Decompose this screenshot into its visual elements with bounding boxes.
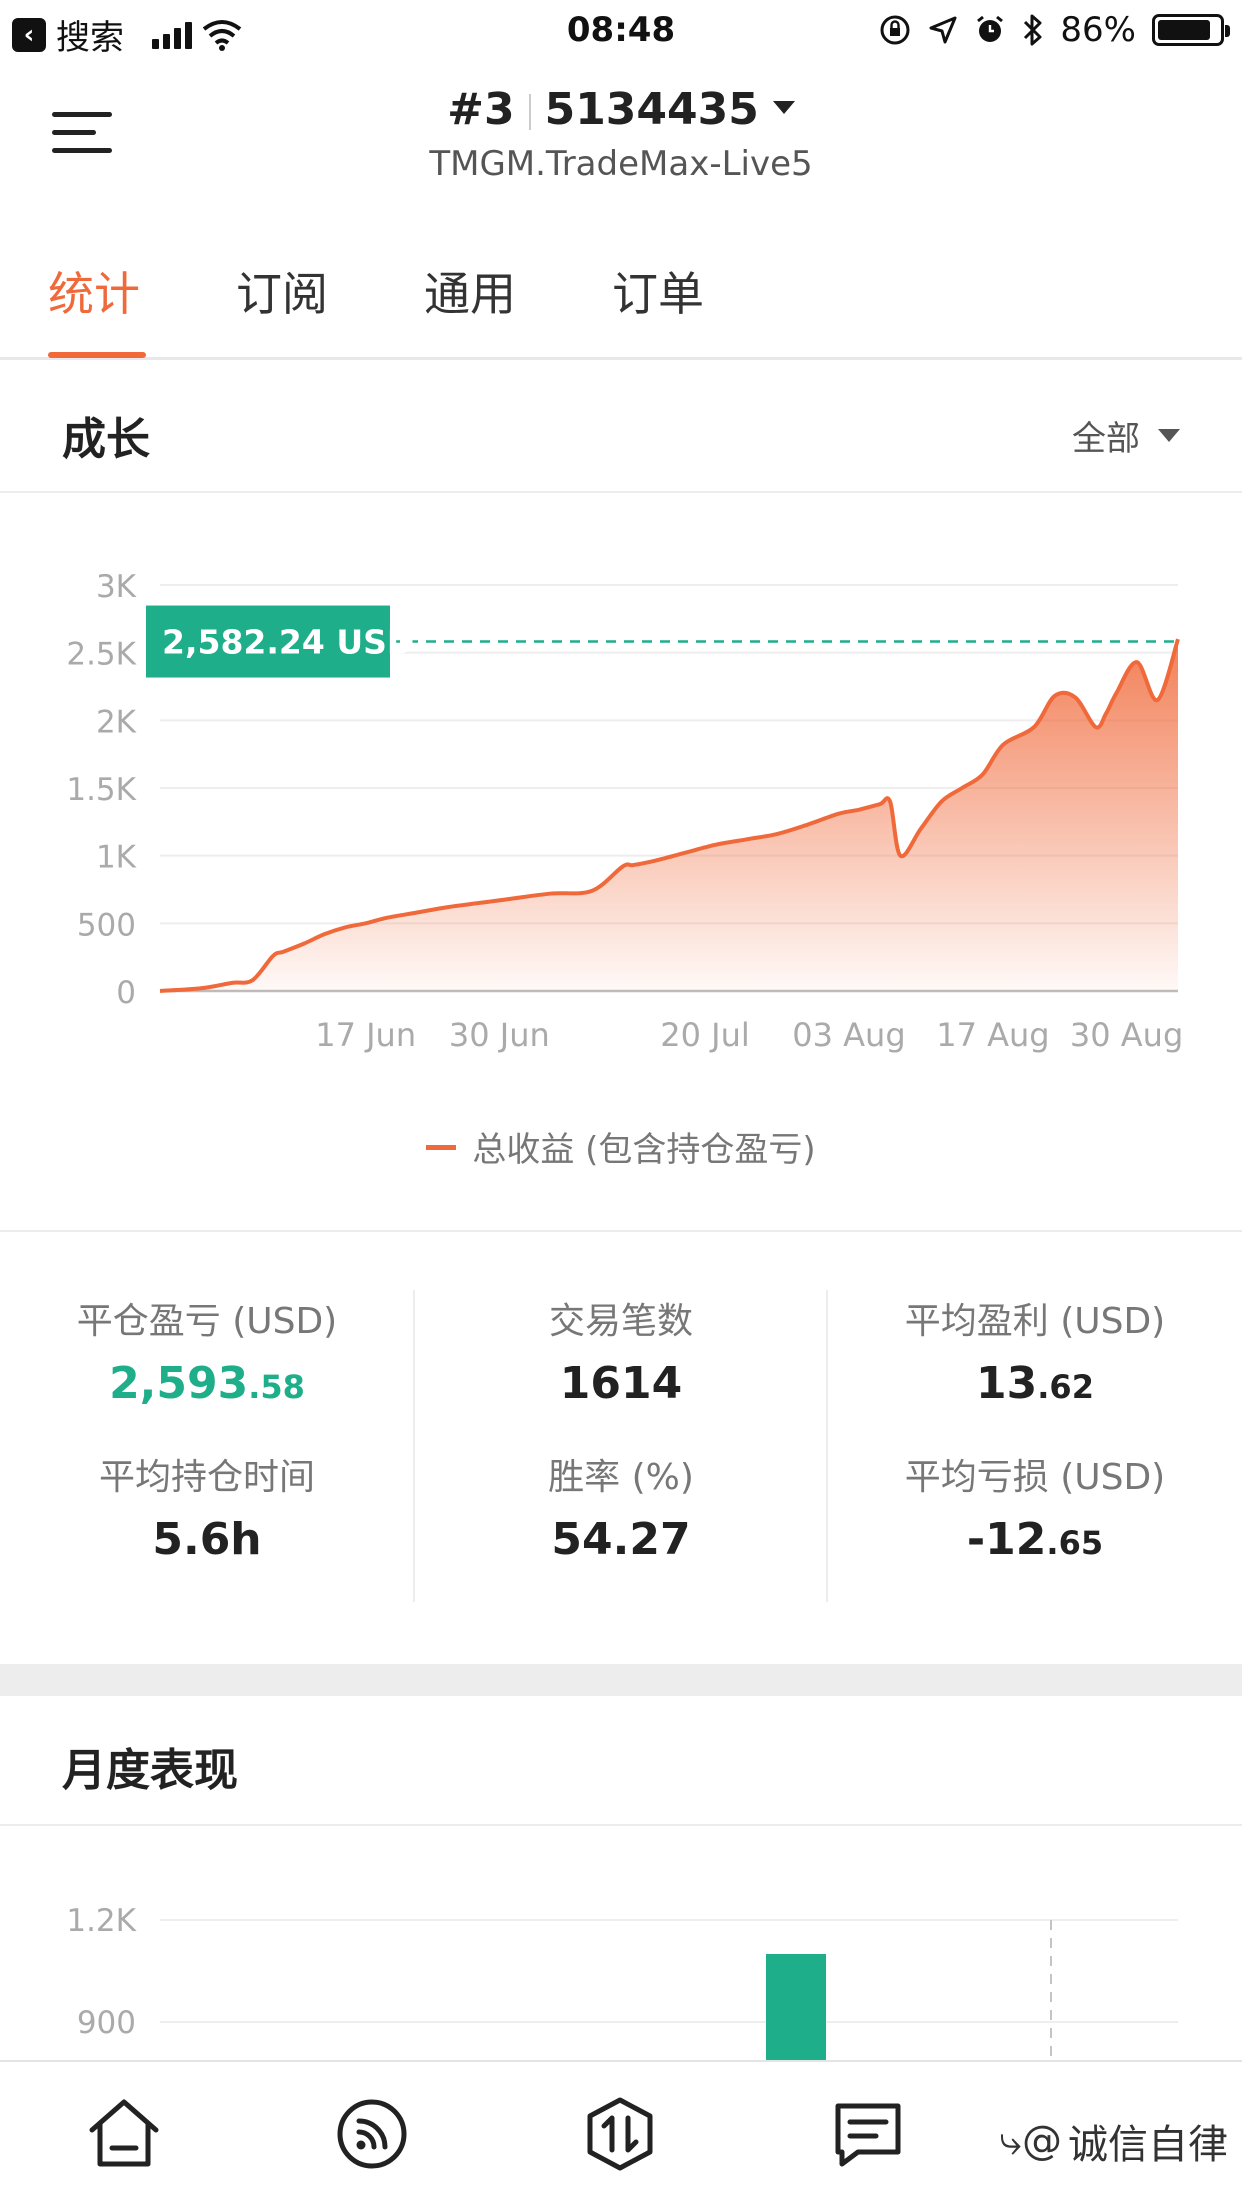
watermark-logo-icon: ⤷@ xyxy=(999,2118,1062,2164)
account-index: #3 xyxy=(447,84,515,135)
chart-legend[interactable]: 总收益 (包含持仓盈亏) xyxy=(0,1122,1242,1171)
tab-subscriptions[interactable]: 订阅 xyxy=(236,258,328,324)
x-tick-label: 03 Aug xyxy=(792,1016,905,1054)
orientation-lock-icon xyxy=(880,15,910,45)
stat-label: 平均盈利 (USD) xyxy=(904,1301,1166,1342)
account-number: 5134435 xyxy=(544,84,759,135)
bottom-nav: ⤷@ 诚信自律 xyxy=(0,2060,1242,2208)
stat-value-frac: .65 xyxy=(1046,1524,1104,1562)
growth-title: 成长 xyxy=(62,414,150,465)
messages-icon[interactable] xyxy=(828,2094,908,2174)
y-tick-label: 1.5K xyxy=(66,772,136,808)
battery-level xyxy=(1158,20,1210,40)
stats-column-divider xyxy=(413,1290,415,1602)
location-icon xyxy=(929,16,957,44)
status-right: 86% xyxy=(878,10,1230,50)
legend-swatch xyxy=(426,1145,457,1150)
battery-icon xyxy=(1152,14,1230,46)
stat-value: 5.6h xyxy=(152,1514,262,1565)
stat-trade-count: 交易笔数 1614 xyxy=(414,1292,828,1409)
stat-value: -12.65 xyxy=(828,1514,1242,1565)
stat-value: 1614 xyxy=(559,1358,683,1409)
stat-label: 平仓盈亏 (USD) xyxy=(76,1301,338,1342)
account-selector[interactable]: #3 5134435 xyxy=(0,84,1242,135)
tab-statistics[interactable]: 统计 xyxy=(48,258,140,324)
legend-label: 总收益 (包含持仓盈亏) xyxy=(472,1130,816,1170)
monthly-chart: 1.2K 900 xyxy=(66,1903,1178,2060)
y-tick-label: 1K xyxy=(96,840,137,876)
monthly-bar xyxy=(766,1954,826,2060)
dropdown-triangle-icon xyxy=(1158,429,1180,442)
stat-avg-hold-time: 平均持仓时间 5.6h xyxy=(0,1448,414,1565)
range-dropdown[interactable]: 全部 xyxy=(1072,411,1180,460)
account-separator xyxy=(528,94,531,130)
x-tick-label: 20 Jul xyxy=(660,1016,750,1054)
y-tick-label: 900 xyxy=(77,2005,136,2041)
stat-value-int: 13 xyxy=(976,1358,1038,1409)
stat-win-rate: 胜率 (%) 54.27 xyxy=(414,1448,828,1565)
monthly-section-header: 月度表现 xyxy=(0,1696,1242,1826)
stat-label: 交易笔数 xyxy=(548,1301,693,1342)
growth-section-header: 成长 全部 xyxy=(0,363,1242,493)
x-tick-label: 17 Jun xyxy=(315,1016,416,1054)
current-value-label: 2,582.24 USD xyxy=(162,623,414,662)
stat-avg-loss: 平均亏损 (USD) -12.65 xyxy=(828,1448,1242,1565)
y-tick-label: 0 xyxy=(116,975,136,1011)
tab-general[interactable]: 通用 xyxy=(424,258,516,324)
app-header: #3 5134435 TMGM.TradeMax-Live5 xyxy=(0,62,1242,210)
stat-value-frac: .62 xyxy=(1037,1368,1094,1406)
y-tick-label: 2K xyxy=(96,704,137,740)
status-bar: ‹ 搜索 08:48 86% xyxy=(0,0,1242,62)
x-tick-label: 17 Aug xyxy=(936,1016,1049,1054)
range-value: 全部 xyxy=(1072,419,1140,459)
stat-value: 13.62 xyxy=(828,1358,1242,1409)
stat-value: 54.27 xyxy=(551,1514,691,1565)
battery-percent: 86% xyxy=(1060,10,1136,50)
trade-icon[interactable] xyxy=(580,2094,660,2174)
tab-orders[interactable]: 订单 xyxy=(612,258,704,324)
active-tab-indicator xyxy=(48,352,146,358)
bluetooth-icon xyxy=(1024,14,1042,46)
stat-value-frac: .58 xyxy=(248,1368,305,1406)
monthly-title: 月度表现 xyxy=(62,1745,238,1796)
section-gap xyxy=(0,1664,1242,1696)
watermark: ⤷@ 诚信自律 xyxy=(1000,2112,1228,2170)
stats-grid: 平仓盈亏 (USD) 2,593.58 交易笔数 1614 平均盈利 (USD)… xyxy=(0,1232,1242,1662)
tab-bar: 统计 订阅 通用 订单 xyxy=(0,210,1242,360)
stat-value-int: -12 xyxy=(966,1514,1047,1565)
growth-chart: 0 500 1K 1.5K 2K 2.5K 3K 17 Jun 30 Jun 20 Jul 03 … xyxy=(66,569,1183,1054)
y-tick-label: 3K xyxy=(96,569,137,605)
stat-avg-profit: 平均盈利 (USD) 13.62 xyxy=(828,1292,1242,1409)
stat-value-int: 2,593 xyxy=(109,1358,249,1409)
stat-value: 2,593.58 xyxy=(0,1358,414,1409)
x-tick-label: 30 Jun xyxy=(449,1016,550,1054)
signal-feed-icon[interactable] xyxy=(332,2094,412,2174)
alarm-icon xyxy=(977,15,1004,42)
stat-closed-pnl: 平仓盈亏 (USD) 2,593.58 xyxy=(0,1292,414,1409)
y-tick-label: 500 xyxy=(77,907,136,943)
y-tick-label: 1.2K xyxy=(66,1903,136,1939)
caret-down-icon xyxy=(772,100,795,114)
y-tick-label: 2.5K xyxy=(66,637,136,673)
stat-label: 平均持仓时间 xyxy=(98,1457,315,1498)
stat-label: 平均亏损 (USD) xyxy=(904,1457,1166,1498)
watermark-text: 诚信自律 xyxy=(1068,2122,1228,2168)
x-tick-label: 30 Aug xyxy=(1070,1016,1183,1054)
stat-label: 胜率 (%) xyxy=(548,1457,694,1498)
stats-column-divider xyxy=(826,1290,828,1602)
home-icon[interactable] xyxy=(84,2094,164,2174)
server-name: TMGM.TradeMax-Live5 xyxy=(429,144,813,184)
